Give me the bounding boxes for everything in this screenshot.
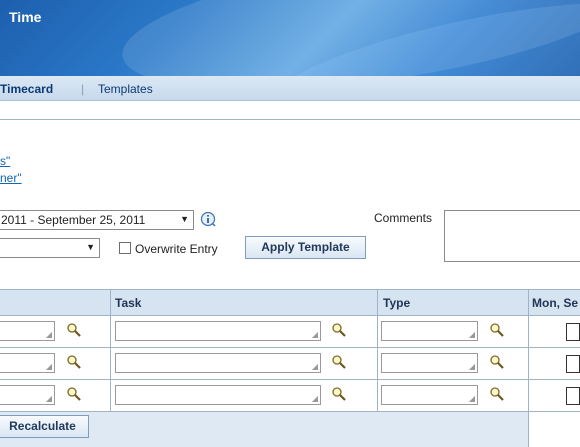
hours-field[interactable] (566, 355, 580, 373)
tab-timecard[interactable]: e Timecard (0, 82, 53, 96)
section-divider (0, 119, 580, 120)
resize-grip-icon: ◢ (311, 330, 318, 339)
type-field[interactable]: ◢ (381, 385, 478, 405)
resize-grip-icon: ◢ (468, 394, 475, 403)
link-line-2[interactable]: ner" (0, 171, 22, 185)
project-field[interactable]: ◢ (0, 385, 55, 405)
task-field[interactable]: ◢ (115, 353, 321, 373)
search-icon[interactable] (66, 386, 82, 402)
type-field[interactable]: ◢ (381, 321, 478, 341)
project-field[interactable]: ◢ (0, 321, 55, 341)
info-icon[interactable] (200, 211, 216, 227)
tab-separator: | (81, 82, 85, 96)
search-icon[interactable] (66, 354, 82, 370)
link-line-1[interactable]: s" (0, 154, 10, 168)
period-select[interactable]: 2011 - September 25, 2011 ▼ (0, 210, 194, 230)
task-field[interactable]: ◢ (115, 321, 321, 341)
nav-tabbar: e Timecard | Templates (0, 76, 580, 101)
resize-grip-icon: ◢ (45, 362, 52, 371)
column-header-type: Type (383, 296, 411, 310)
overwrite-checkbox[interactable] (119, 242, 131, 254)
search-icon[interactable] (331, 322, 347, 338)
search-icon[interactable] (331, 354, 347, 370)
app-title: Time (9, 9, 42, 25)
resize-grip-icon: ◢ (45, 394, 52, 403)
column-divider (110, 289, 111, 412)
chevron-down-icon: ▼ (180, 214, 189, 224)
comments-textarea[interactable] (444, 210, 580, 262)
hours-field[interactable] (566, 387, 580, 405)
task-field[interactable]: ◢ (115, 385, 321, 405)
timecard-table-header: Task Type Mon, Se (0, 289, 580, 316)
period-select-value: 2011 - September 25, 2011 (1, 213, 146, 227)
search-icon[interactable] (66, 322, 82, 338)
search-icon[interactable] (489, 354, 505, 370)
resize-grip-icon: ◢ (468, 362, 475, 371)
chevron-down-icon: ▼ (86, 242, 95, 252)
table-row: ◢ ◢ ◢ (0, 316, 580, 348)
resize-grip-icon: ◢ (468, 330, 475, 339)
hours-field[interactable] (566, 323, 580, 341)
resize-grip-icon: ◢ (45, 330, 52, 339)
resize-grip-icon: ◢ (311, 394, 318, 403)
app-banner: Time (0, 0, 580, 76)
column-header-task: Task (115, 296, 142, 310)
tab-templates[interactable]: Templates (98, 82, 153, 96)
column-header-day: Mon, Se (532, 296, 579, 310)
apply-template-button[interactable]: Apply Template (245, 236, 366, 259)
search-icon[interactable] (331, 386, 347, 402)
table-row: ◢ ◢ ◢ (0, 348, 580, 380)
overwrite-label: Overwrite Entry (135, 242, 218, 256)
comments-label: Comments (374, 211, 433, 225)
type-field[interactable]: ◢ (381, 353, 478, 373)
table-row: ◢ ◢ ◢ (0, 380, 580, 412)
footer-total-cell (528, 412, 580, 447)
template-select[interactable]: ▼ (0, 238, 100, 258)
recalculate-button[interactable]: Recalculate (0, 415, 89, 438)
project-field[interactable]: ◢ (0, 353, 55, 373)
search-icon[interactable] (489, 322, 505, 338)
search-icon[interactable] (489, 386, 505, 402)
resize-grip-icon: ◢ (311, 362, 318, 371)
column-divider (377, 289, 378, 412)
